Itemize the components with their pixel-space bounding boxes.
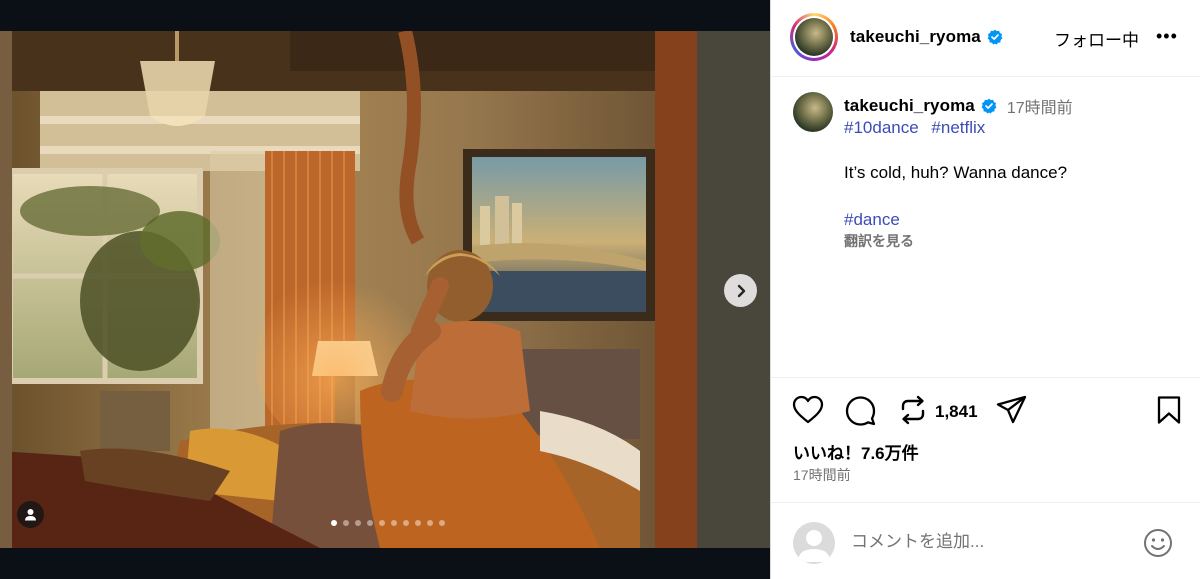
carousel-dot (367, 520, 373, 526)
post-photo[interactable] (0, 31, 770, 548)
carousel-dot (379, 520, 385, 526)
caption-username[interactable]: takeuchi_ryoma (844, 96, 975, 116)
like-count[interactable]: いいね！7.6万件 (793, 439, 919, 464)
comment-bar (771, 502, 1200, 579)
verified-badge-icon (981, 98, 997, 114)
next-slide-button[interactable] (724, 274, 757, 307)
caption-block: takeuchi_ryoma 17時間前 #10dance #netflix I… (771, 77, 1200, 377)
avatar[interactable] (795, 18, 833, 56)
repost-icon[interactable] (898, 395, 928, 425)
following-button[interactable]: フォロー中 (1054, 26, 1139, 51)
comment-input[interactable] (851, 528, 1141, 556)
more-options-button[interactable]: ••• (1156, 27, 1178, 45)
caption-text: It’s cold, huh? Wanna dance? (844, 163, 1068, 182)
post-timestamp: 17時間前 (793, 467, 851, 483)
media-panel (0, 0, 770, 579)
carousel-dot (439, 520, 445, 526)
comment-icon[interactable] (845, 395, 876, 426)
hashtag-link[interactable]: #dance (844, 210, 900, 229)
hashtag-link[interactable]: #10dance (844, 118, 919, 137)
hashtag-link[interactable]: #netflix (931, 118, 985, 137)
verified-badge-icon (987, 29, 1003, 45)
repost-count[interactable]: 1,841 (935, 402, 978, 422)
bookmark-icon[interactable] (1156, 395, 1182, 425)
post-side-panel: takeuchi_ryoma フォロー中 ••• takeuchi_ryoma … (770, 0, 1200, 579)
story-ring[interactable] (790, 13, 838, 61)
carousel-dot (331, 520, 337, 526)
share-icon[interactable] (996, 395, 1027, 425)
carousel-dot (403, 520, 409, 526)
carousel-dot (415, 520, 421, 526)
post-header: takeuchi_ryoma フォロー中 ••• (771, 0, 1200, 77)
user-avatar (793, 522, 835, 564)
carousel-dot (355, 520, 361, 526)
caption-timestamp: 17時間前 (1006, 100, 1073, 117)
emoji-icon[interactable] (1143, 528, 1173, 558)
carousel-dot (343, 520, 349, 526)
caption-avatar[interactable] (793, 92, 833, 132)
carousel-dot (427, 520, 433, 526)
caption-hashtags: #10dance #netflix (844, 118, 993, 138)
see-translation-link[interactable]: 翻訳を見る (844, 231, 914, 251)
heart-icon[interactable] (792, 395, 824, 425)
carousel-dot (391, 520, 397, 526)
person-tag-icon (25, 509, 36, 521)
tagged-people-button[interactable] (17, 501, 44, 528)
action-bar: 1,841 いいね！7.6万件 17時間前 (771, 377, 1200, 502)
caption-hashtags-bottom: #dance (844, 210, 908, 230)
header-username[interactable]: takeuchi_ryoma (850, 27, 981, 47)
chevron-right-icon (737, 284, 745, 297)
